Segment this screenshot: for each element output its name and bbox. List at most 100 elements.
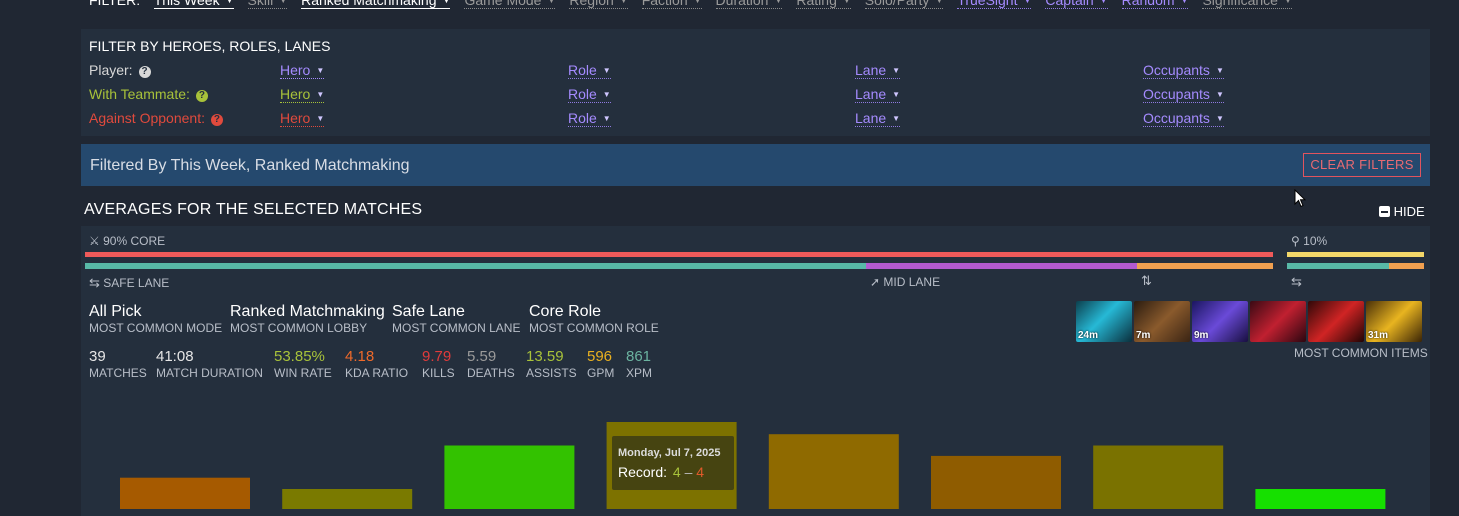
aghanims-icon[interactable]: 24m: [1076, 301, 1132, 342]
chart-bar[interactable]: [444, 445, 575, 510]
core-bar: [85, 252, 1273, 257]
caret-down-icon: ▼: [1023, 0, 1032, 5]
caret-down-icon: ▼: [842, 0, 851, 5]
stat-value: 13.59: [526, 348, 564, 365]
help-icon[interactable]: ?: [138, 66, 151, 78]
core-percent: ⚔ 90% CORE: [89, 234, 166, 248]
safe-lane-icon: ⇆: [89, 275, 100, 290]
caret-down-icon: ▼: [935, 0, 944, 5]
tooltip-date: Monday, Jul 7, 2025: [618, 447, 721, 459]
occupants-dropdown[interactable]: Occupants ▼: [1143, 86, 1224, 103]
stat-value: 41:08: [156, 348, 194, 365]
stat-label: ASSISTS: [526, 366, 577, 380]
mid-lane-icon: ➚: [870, 275, 881, 289]
filter-dropdown-solo-party[interactable]: Solo/Party ▼: [864, 0, 944, 9]
top-filter-bar: FILTER: This Week ▼ Skill ▼ Ranked Matchmaki…: [89, 0, 1306, 12]
gold-item-icon[interactable]: 31m: [1366, 301, 1422, 342]
role-dropdown[interactable]: Role ▼: [568, 86, 611, 103]
filter-dropdown-duration[interactable]: Duration ▼: [715, 0, 783, 9]
stat-value: 39: [89, 348, 106, 365]
filter-dropdown-truesight[interactable]: TrueSight ▼: [957, 0, 1032, 9]
matches-chart: [120, 422, 1386, 510]
help-icon[interactable]: ?: [210, 114, 223, 126]
role-dropdown[interactable]: Role ▼: [568, 62, 611, 79]
caret-down-icon: ▼: [316, 66, 325, 75]
stat-value: 4.18: [345, 348, 375, 365]
caret-down-icon: ▼: [602, 114, 611, 123]
most-common-label: MOST COMMON LOBBY: [230, 321, 368, 335]
filter-dropdown-skill[interactable]: Skill ▼: [247, 0, 288, 9]
most-common-label: MOST COMMON LANE: [392, 321, 521, 335]
filtered-by-text: Filtered By This Week, Ranked Matchmakin…: [90, 157, 410, 174]
lane-dropdown[interactable]: Lane ▼: [855, 62, 901, 79]
caret-down-icon: ▼: [279, 0, 288, 5]
item-time: 24m: [1078, 330, 1099, 341]
claw-item-icon[interactable]: [1308, 301, 1364, 342]
item-time: 31m: [1368, 330, 1389, 341]
clear-filters-button[interactable]: CLEAR FILTERS: [1303, 153, 1421, 177]
caret-down-icon: ▼: [442, 0, 451, 5]
item-time: 9m: [1194, 330, 1209, 341]
role-dropdown[interactable]: Role ▼: [568, 110, 611, 127]
item-time: 7m: [1136, 330, 1151, 341]
filter-dropdown-this-week[interactable]: This Week ▼: [153, 0, 234, 9]
hero-dropdown[interactable]: Hero ▼: [280, 62, 325, 79]
occupants-dropdown[interactable]: Occupants ▼: [1143, 110, 1224, 127]
hero-dropdown[interactable]: Hero ▼: [280, 110, 325, 127]
chart-bar[interactable]: [931, 455, 1061, 509]
support-percent: ⚲ 10%: [1291, 234, 1328, 248]
lane-bar-safe: [85, 263, 866, 269]
filtered-by-bar: Filtered By This Week, Ranked Matchmakin…: [81, 144, 1430, 186]
filter-dropdown-significance[interactable]: Significance ▼: [1202, 0, 1292, 9]
filter-dropdown-faction[interactable]: Faction ▼: [641, 0, 702, 9]
lane-dropdown[interactable]: Lane ▼: [855, 110, 901, 127]
most-common-label: MOST COMMON MODE: [89, 321, 223, 335]
hero-filter-title: FILTER BY HEROES, ROLES, LANES: [89, 38, 331, 54]
stat-label: DEATHS: [467, 366, 515, 380]
caret-down-icon: ▼: [892, 66, 901, 75]
hide-button[interactable]: HIDE: [1379, 204, 1425, 219]
hammer-item-icon[interactable]: [1250, 301, 1306, 342]
lane-dropdown[interactable]: Lane ▼: [855, 86, 901, 103]
filter-dropdown-ranked-matchmaking[interactable]: Ranked Matchmaking ▼: [301, 0, 451, 9]
tooltip-record: Record: 4 – 4: [618, 464, 705, 480]
most-common-value: Core Role: [529, 303, 602, 320]
stat-value: 5.59: [467, 348, 497, 365]
caret-down-icon: ▼: [1215, 114, 1224, 123]
filter-dropdown-captain[interactable]: Captain ▼: [1045, 0, 1108, 9]
caret-down-icon: ▼: [619, 0, 628, 5]
lane-bar-mid: [866, 263, 1137, 269]
chart-bar[interactable]: [120, 477, 250, 509]
support-safe-lane-icon: ⇆: [1291, 274, 1302, 289]
caret-down-icon: ▼: [774, 0, 783, 5]
safe-lane-label: ⇆ SAFE LANE: [89, 275, 170, 290]
occupants-dropdown[interactable]: Occupants ▼: [1143, 62, 1224, 79]
minus-icon: [1379, 206, 1390, 217]
stat-label: MATCH DURATION: [156, 366, 263, 380]
most-common-value: Safe Lane: [392, 303, 465, 320]
hero-dropdown[interactable]: Hero ▼: [280, 86, 325, 103]
chart-bar[interactable]: [1255, 489, 1386, 509]
filter-dropdown-rating[interactable]: Rating ▼: [796, 0, 851, 9]
filter-dropdown-game-mode[interactable]: Game Mode ▼: [464, 0, 556, 9]
boots-icon[interactable]: 7m: [1134, 301, 1190, 342]
stat-value: 9.79: [422, 348, 452, 365]
stat-value: 53.85%: [274, 348, 325, 365]
lane-bar-off: [1137, 263, 1273, 269]
caret-down-icon: ▼: [316, 114, 325, 123]
arcane-item-icon[interactable]: 9m: [1192, 301, 1248, 342]
stat-label: WIN RATE: [274, 366, 332, 380]
caret-down-icon: ▼: [602, 90, 611, 99]
chart-bar[interactable]: [768, 434, 899, 509]
caret-down-icon: ▼: [892, 114, 901, 123]
chart-bar[interactable]: [282, 489, 413, 509]
stat-label: MATCHES: [89, 366, 147, 380]
hero-filter-panel: FILTER BY HEROES, ROLES, LANES Player:? H…: [81, 29, 1430, 136]
help-icon[interactable]: ?: [195, 90, 208, 102]
caret-down-icon: ▼: [1283, 0, 1292, 5]
chart-bar[interactable]: [1093, 445, 1224, 510]
filter-dropdown-region[interactable]: Region ▼: [569, 0, 628, 9]
hero-filter-row-label: With Teammate:?: [89, 86, 208, 102]
filter-dropdown-random[interactable]: Random ▼: [1121, 0, 1189, 9]
stat-label: KDA RATIO: [345, 366, 409, 380]
